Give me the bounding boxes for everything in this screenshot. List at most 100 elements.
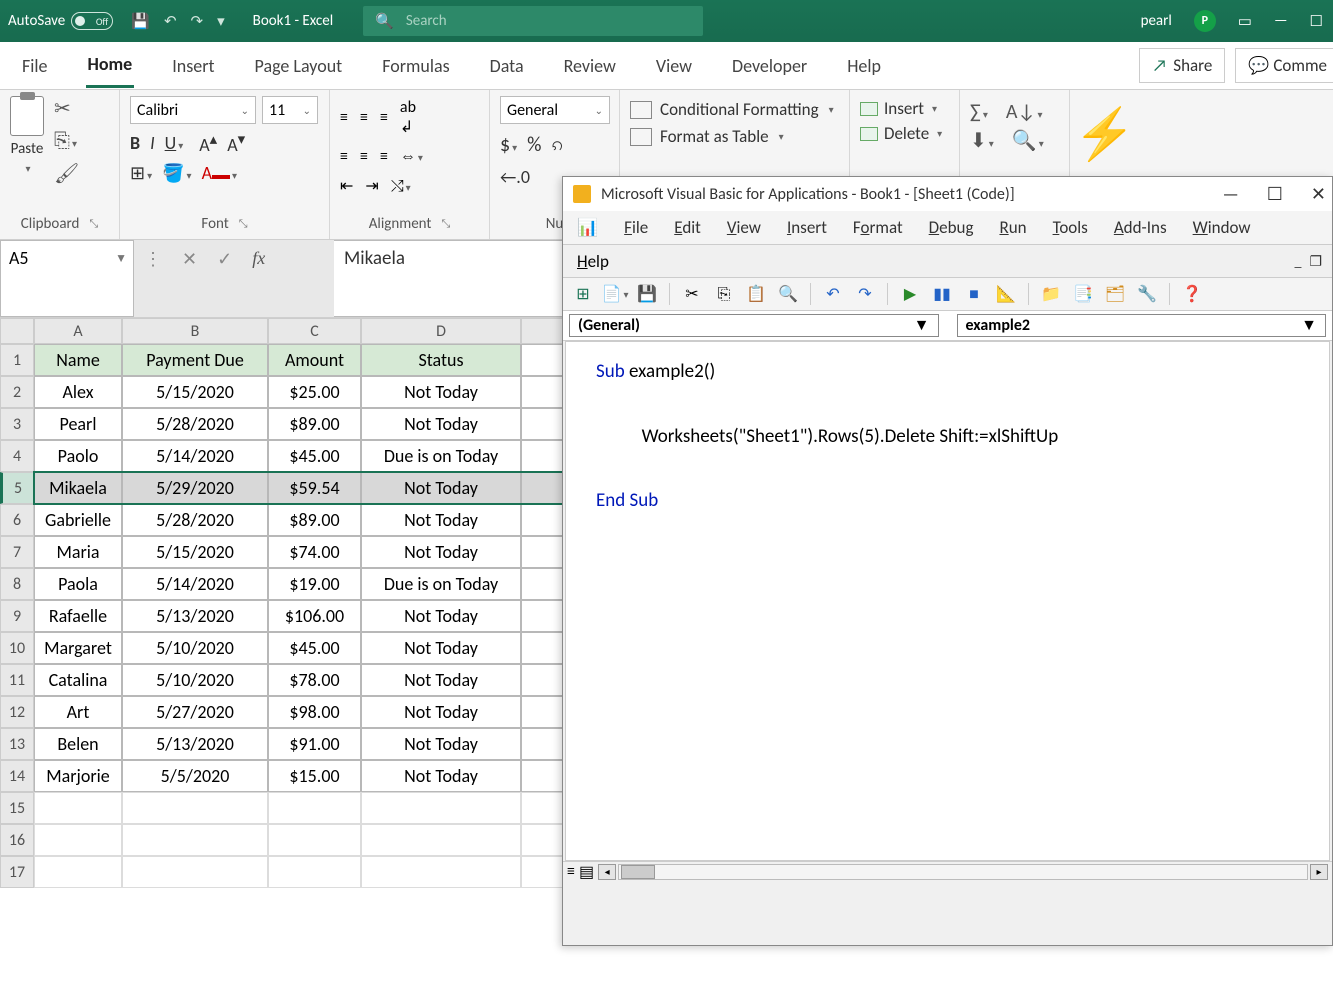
object-combo[interactable]: (General) ▼ — [569, 314, 939, 337]
cell[interactable]: $45.00 — [268, 632, 361, 664]
ideas-icon[interactable]: ⚡ — [1074, 104, 1136, 165]
procedure-combo[interactable]: example2 ▼ — [957, 314, 1327, 337]
comma-icon[interactable]: ၵ — [551, 130, 562, 160]
cell[interactable]: Not Today — [361, 536, 521, 568]
cell[interactable]: $106.00 — [268, 600, 361, 632]
table-row[interactable] — [34, 856, 563, 888]
cell[interactable]: Pearl — [34, 408, 122, 440]
format-painter-icon[interactable]: 🖌 — [54, 161, 79, 186]
maximize-icon[interactable]: ☐ — [1310, 12, 1323, 31]
cell[interactable]: Margaret — [34, 632, 122, 664]
cell[interactable] — [521, 760, 563, 792]
scroll-right-icon[interactable]: ▸ — [1310, 864, 1328, 880]
vba-menu-edit[interactable]: Edit — [674, 217, 701, 238]
cell[interactable] — [361, 856, 521, 888]
row-header[interactable]: 12 — [0, 696, 34, 728]
row-header[interactable]: 14 — [0, 760, 34, 792]
paste-button[interactable]: Paste ▾ — [10, 96, 44, 175]
row-header[interactable]: 1 — [0, 344, 34, 376]
cell[interactable]: 5/14/2020 — [122, 440, 268, 472]
font-name-select[interactable]: Calibri⌄ — [130, 96, 256, 124]
cell[interactable] — [268, 856, 361, 888]
cell[interactable]: $78.00 — [268, 664, 361, 696]
redo-icon[interactable]: ↷ — [191, 12, 204, 31]
toolbox-icon[interactable]: 🔧 — [1137, 284, 1157, 304]
font-size-select[interactable]: 11⌄ — [262, 96, 318, 124]
view-mode-icon[interactable]: ▤ — [579, 862, 594, 882]
vba-menu-format[interactable]: Format — [853, 217, 903, 238]
cell[interactable]: $15.00 — [268, 760, 361, 792]
redo-icon[interactable]: ↷ — [855, 284, 875, 304]
cell[interactable]: 5/13/2020 — [122, 728, 268, 760]
cell[interactable]: 5/10/2020 — [122, 664, 268, 696]
cell[interactable]: $91.00 — [268, 728, 361, 760]
cell[interactable]: 5/10/2020 — [122, 632, 268, 664]
cell[interactable] — [34, 792, 122, 824]
cell[interactable] — [122, 856, 268, 888]
row-header[interactable]: 9 — [0, 600, 34, 632]
row-header[interactable]: 6 — [0, 504, 34, 536]
cell[interactable]: Due is on Today — [361, 440, 521, 472]
scroll-left-icon[interactable]: ◂ — [598, 864, 616, 880]
cell[interactable]: Not Today — [361, 376, 521, 408]
row-header[interactable]: 16 — [0, 824, 34, 856]
cell[interactable] — [521, 440, 563, 472]
table-row[interactable]: Belen5/13/2020$91.00Not Today — [34, 728, 563, 760]
undo-icon[interactable]: ↶ — [823, 284, 843, 304]
tab-insert[interactable]: Insert — [170, 45, 216, 87]
cell[interactable]: Not Today — [361, 600, 521, 632]
row-header[interactable]: 7 — [0, 536, 34, 568]
cell[interactable]: Amount — [268, 344, 361, 376]
column-header[interactable]: C — [268, 318, 361, 344]
cell[interactable]: Status — [361, 344, 521, 376]
cell[interactable]: Marjorie — [34, 760, 122, 792]
dialog-launcher-icon[interactable]: ⤡ — [89, 217, 98, 231]
chevron-down-icon[interactable]: ▾ — [25, 162, 30, 175]
cell[interactable] — [268, 792, 361, 824]
column-header[interactable]: D — [361, 318, 521, 344]
cell[interactable]: 5/14/2020 — [122, 568, 268, 600]
copy-icon[interactable]: ⎘ — [714, 284, 734, 304]
share-button[interactable]: ↗ Share — [1139, 48, 1225, 83]
cell[interactable]: Mikaela — [34, 472, 122, 504]
table-row[interactable]: Art5/27/2020$98.00Not Today — [34, 696, 563, 728]
cell[interactable]: Not Today — [361, 728, 521, 760]
close-icon[interactable]: ✕ — [1311, 183, 1326, 205]
cell[interactable] — [361, 824, 521, 856]
row-header[interactable]: 4 — [0, 440, 34, 472]
cell[interactable] — [521, 824, 563, 856]
wrap-text-icon[interactable]: ab↲ — [400, 98, 416, 137]
code-pane[interactable]: Sub example2() Worksheets("Sheet1").Rows… — [565, 341, 1330, 861]
column-header[interactable]: B — [122, 318, 268, 344]
row-header[interactable]: 15 — [0, 792, 34, 824]
cell[interactable]: Due is on Today — [361, 568, 521, 600]
row-header[interactable]: 3 — [0, 408, 34, 440]
chevron-down-icon[interactable]: ▼ — [115, 251, 127, 266]
cell[interactable] — [521, 408, 563, 440]
fx-icon[interactable]: fx — [252, 248, 265, 269]
increase-indent-icon[interactable]: ⇥ — [365, 176, 378, 196]
save-icon[interactable]: 💾 — [637, 284, 657, 304]
cell[interactable]: Catalina — [34, 664, 122, 696]
cell[interactable]: 5/27/2020 — [122, 696, 268, 728]
cell[interactable]: 5/5/2020 — [122, 760, 268, 792]
cell[interactable]: 5/13/2020 — [122, 600, 268, 632]
chevron-down-icon[interactable]: ▼ — [914, 316, 930, 335]
decrease-font-icon[interactable]: A▾ — [227, 130, 245, 156]
cell[interactable]: $74.00 — [268, 536, 361, 568]
tab-home[interactable]: Home — [86, 43, 135, 88]
cell[interactable]: Payment Due — [122, 344, 268, 376]
view-excel-icon[interactable]: ⊞ — [573, 284, 593, 304]
cell[interactable]: $89.00 — [268, 504, 361, 536]
help-icon[interactable]: ❓ — [1182, 284, 1202, 304]
tab-page-layout[interactable]: Page Layout — [253, 45, 345, 87]
cell[interactable] — [521, 728, 563, 760]
row-header[interactable]: 17 — [0, 856, 34, 888]
row-header[interactable]: 8 — [0, 568, 34, 600]
vba-menu-window[interactable]: Window — [1193, 217, 1251, 238]
cell[interactable] — [521, 568, 563, 600]
table-row[interactable]: Gabrielle5/28/2020$89.00Not Today — [34, 504, 563, 536]
vba-menu-tools[interactable]: Tools — [1053, 217, 1088, 238]
copy-icon[interactable]: ⎘▾ — [54, 129, 79, 153]
cell[interactable]: $19.00 — [268, 568, 361, 600]
